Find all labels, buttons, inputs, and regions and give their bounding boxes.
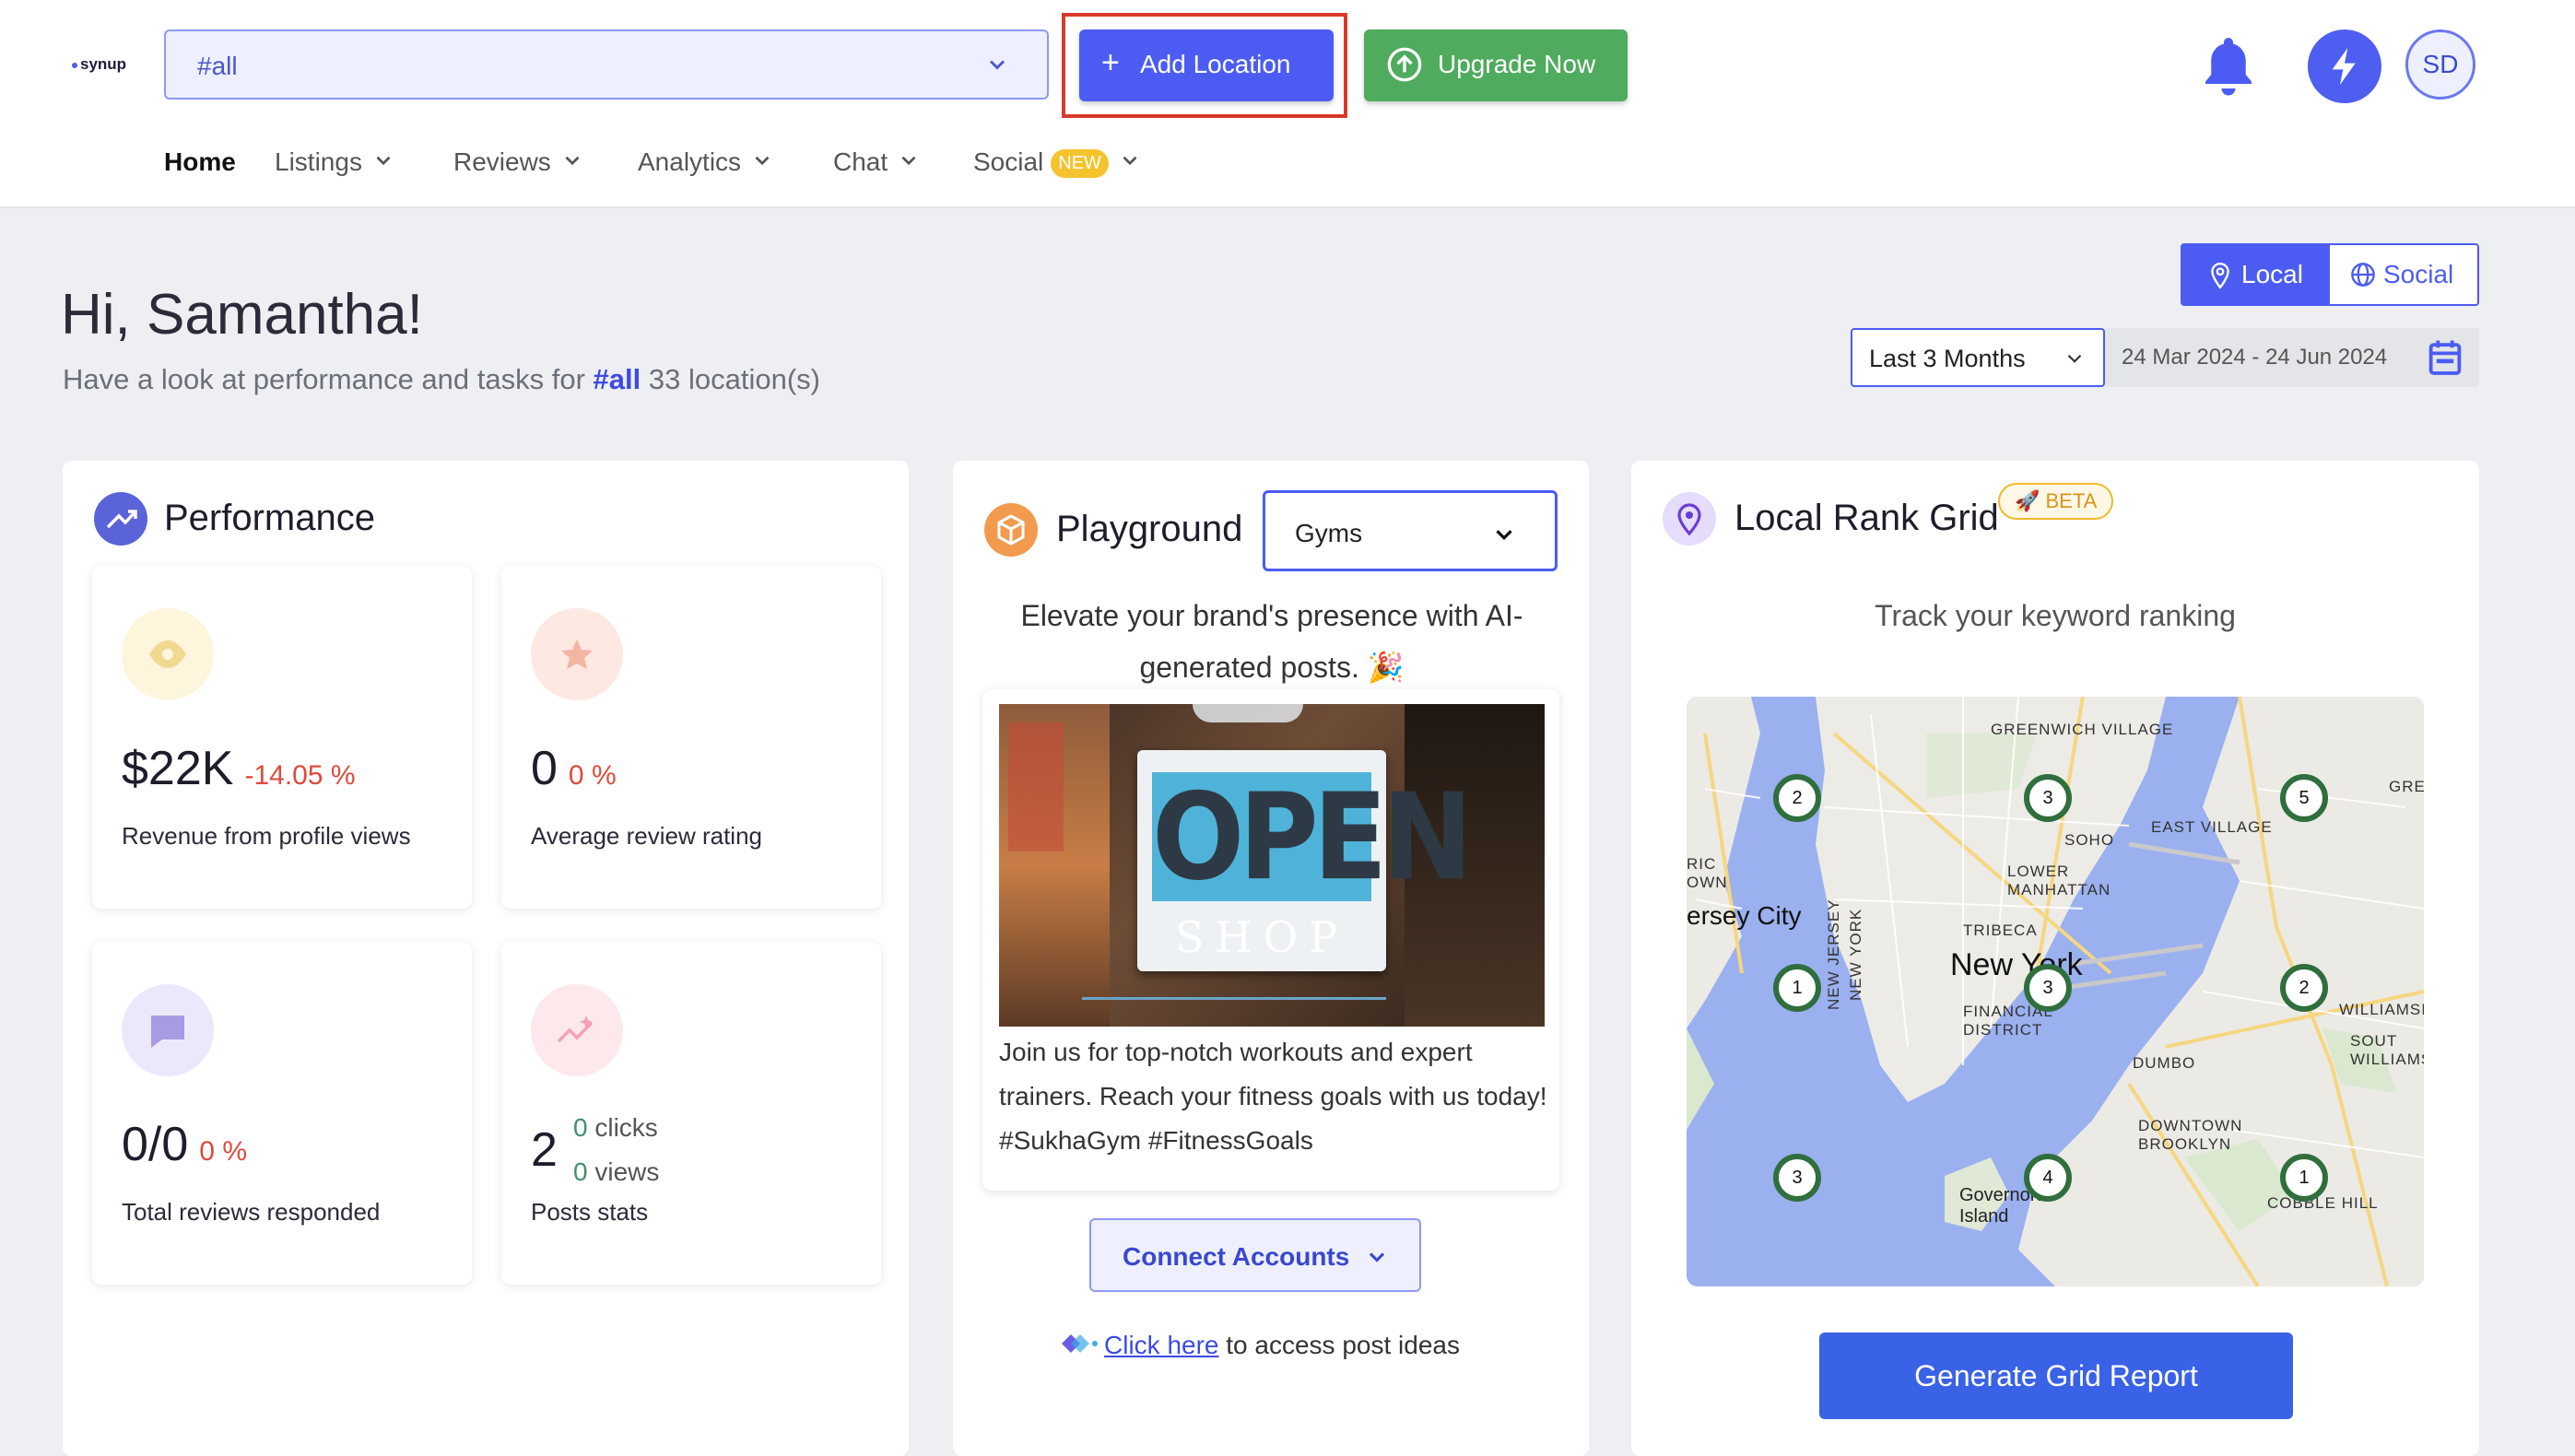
map-pin-icon xyxy=(1663,492,1716,546)
stat-posts[interactable]: 2 0 clicks 0 views Posts stats xyxy=(501,942,881,1285)
generate-grid-report-button[interactable]: Generate Grid Report xyxy=(1819,1333,2293,1419)
rank-pin[interactable]: 3 xyxy=(1773,1154,1821,1202)
stat-review-rating[interactable]: 00 % Average review rating xyxy=(501,566,881,909)
sign-shop-text: SHOP xyxy=(1174,912,1349,962)
map-pin-icon xyxy=(2208,262,2232,296)
rank-pin[interactable]: 2 xyxy=(1773,774,1821,822)
nav-social[interactable]: Social NEW xyxy=(973,147,1142,179)
trending-up-icon xyxy=(94,492,147,546)
rank-pin[interactable]: 3 xyxy=(2024,774,2072,822)
click-here-link[interactable]: Click here xyxy=(1104,1331,1218,1359)
beta-badge: 🚀 BETA xyxy=(1998,483,2114,520)
chevron-down-icon xyxy=(1490,521,1518,555)
performance-card: Performance $22K -14.05 % Revenue from pr… xyxy=(63,461,909,1456)
globe-icon xyxy=(2350,262,2376,294)
calendar-icon xyxy=(2428,339,2463,382)
chevron-down-icon xyxy=(750,148,774,179)
top-header: synup #all + Add Location Upgrade Now SD… xyxy=(0,0,2575,208)
post-image: OPEN SHOP xyxy=(999,704,1545,1027)
add-location-button[interactable]: + Add Location xyxy=(1079,29,1334,101)
bolt-icon[interactable] xyxy=(2308,29,2381,103)
nav-listings[interactable]: Listings xyxy=(275,147,395,179)
ai-post-preview[interactable]: OPEN SHOP Join us for top-notch workouts… xyxy=(982,689,1559,1191)
nav-chat[interactable]: Chat xyxy=(833,147,921,179)
chat-bubble-icon xyxy=(122,984,214,1076)
nav-analytics[interactable]: Analytics xyxy=(638,147,774,179)
performance-title: Performance xyxy=(164,498,375,538)
synup-logo[interactable]: synup xyxy=(72,55,126,74)
rank-pin[interactable]: 4 xyxy=(2024,1154,2072,1202)
sign-open-text: OPEN xyxy=(1152,767,1473,907)
chevron-down-icon xyxy=(371,148,395,179)
sparkle-chart-icon xyxy=(531,984,623,1076)
chevron-down-icon xyxy=(560,148,584,179)
greeting-title: Hi, Samantha! xyxy=(61,283,423,346)
bell-icon[interactable] xyxy=(2201,33,2256,102)
location-group-select[interactable]: #all xyxy=(164,29,1049,100)
playground-title: Playground xyxy=(1056,509,1243,549)
local-social-toggle: Local Social xyxy=(2181,243,2479,306)
sparkle-logo-icon xyxy=(1058,1331,1100,1363)
chevron-down-icon xyxy=(1118,148,1142,179)
cube-icon xyxy=(984,503,1038,557)
location-group-value: #all xyxy=(197,52,238,80)
eye-icon xyxy=(122,608,214,700)
playground-description: Elevate your brand's presence with AI-ge… xyxy=(1020,599,1523,684)
stat-revenue[interactable]: $22K -14.05 % Revenue from profile views xyxy=(92,566,472,909)
chevron-down-icon xyxy=(984,52,1010,82)
chevron-down-icon xyxy=(1364,1244,1390,1276)
rank-pin[interactable]: 3 xyxy=(2024,964,2072,1012)
category-select[interactable]: Gyms xyxy=(1263,490,1558,571)
date-range-display[interactable]: 24 Mar 2024 - 24 Jun 2024 xyxy=(2105,328,2479,387)
stat-reviews-responded[interactable]: 0/0 0 % Total reviews responded xyxy=(92,942,472,1285)
plus-icon: + xyxy=(1101,45,1120,80)
chevron-down-icon xyxy=(2063,346,2087,377)
local-rank-grid-title: Local Rank Grid xyxy=(1734,498,1999,538)
rank-pin[interactable]: 5 xyxy=(2280,774,2328,822)
chevron-down-icon xyxy=(897,148,921,179)
nav-reviews[interactable]: Reviews xyxy=(453,147,584,179)
date-range-select[interactable]: Last 3 Months xyxy=(1851,328,2105,387)
rank-pin[interactable]: 1 xyxy=(1773,964,1821,1012)
rank-grid-map[interactable]: GREENWICH VILLAGE SOHO LOWER MANHATTAN E… xyxy=(1687,697,2424,1286)
nav-home[interactable]: Home xyxy=(164,147,236,177)
arrow-up-circle-icon xyxy=(1386,46,1423,89)
location-group-tag[interactable]: #all xyxy=(594,363,641,395)
rank-pin[interactable]: 2 xyxy=(2280,964,2328,1012)
social-toggle-button[interactable]: Social xyxy=(2330,245,2477,304)
upgrade-now-button[interactable]: Upgrade Now xyxy=(1364,29,1628,101)
rank-pin[interactable]: 1 xyxy=(2280,1154,2328,1202)
connect-accounts-button[interactable]: Connect Accounts xyxy=(1089,1218,1421,1292)
greeting-subtitle: Have a look at performance and tasks for… xyxy=(63,363,820,395)
local-toggle-button[interactable]: Local xyxy=(2182,245,2330,304)
user-avatar[interactable]: SD xyxy=(2405,29,2475,100)
star-icon xyxy=(531,608,623,700)
post-caption: Join us for top-notch workouts and exper… xyxy=(999,1038,1547,1155)
post-ideas-hint: Click here to access post ideas xyxy=(1058,1331,1460,1363)
new-badge: NEW xyxy=(1051,149,1109,179)
local-rank-subtitle: Track your keyword ranking xyxy=(1875,599,2236,632)
